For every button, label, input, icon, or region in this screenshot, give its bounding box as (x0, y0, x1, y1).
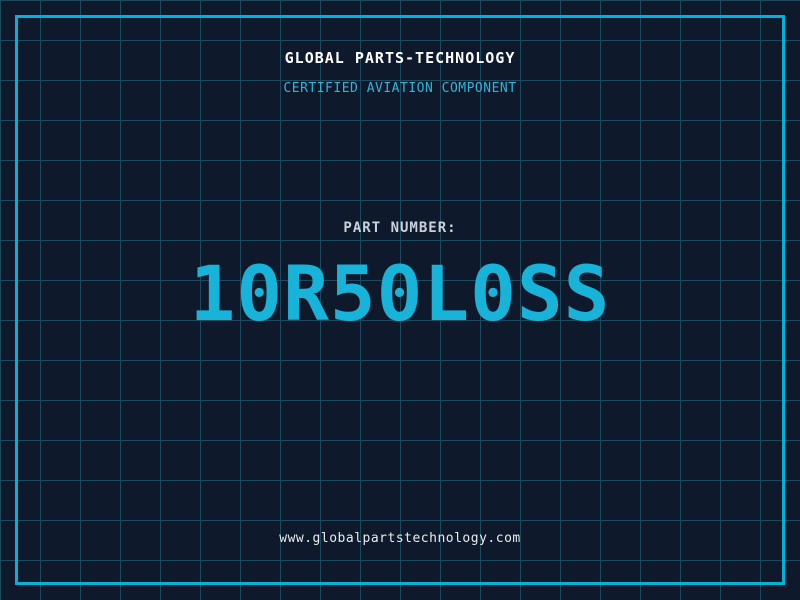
page-title: GLOBAL PARTS-TECHNOLOGY (284, 49, 516, 67)
website-url: www.globalpartstechnology.com (279, 531, 521, 546)
page-subtitle: CERTIFIED AVIATION COMPONENT (283, 81, 517, 96)
certificate-screen: GLOBAL PARTS-TECHNOLOGY CERTIFIED AVIATI… (0, 0, 800, 600)
part-number-label: PART NUMBER: (343, 220, 457, 236)
part-number-value: 10R50L0SS (189, 249, 611, 338)
